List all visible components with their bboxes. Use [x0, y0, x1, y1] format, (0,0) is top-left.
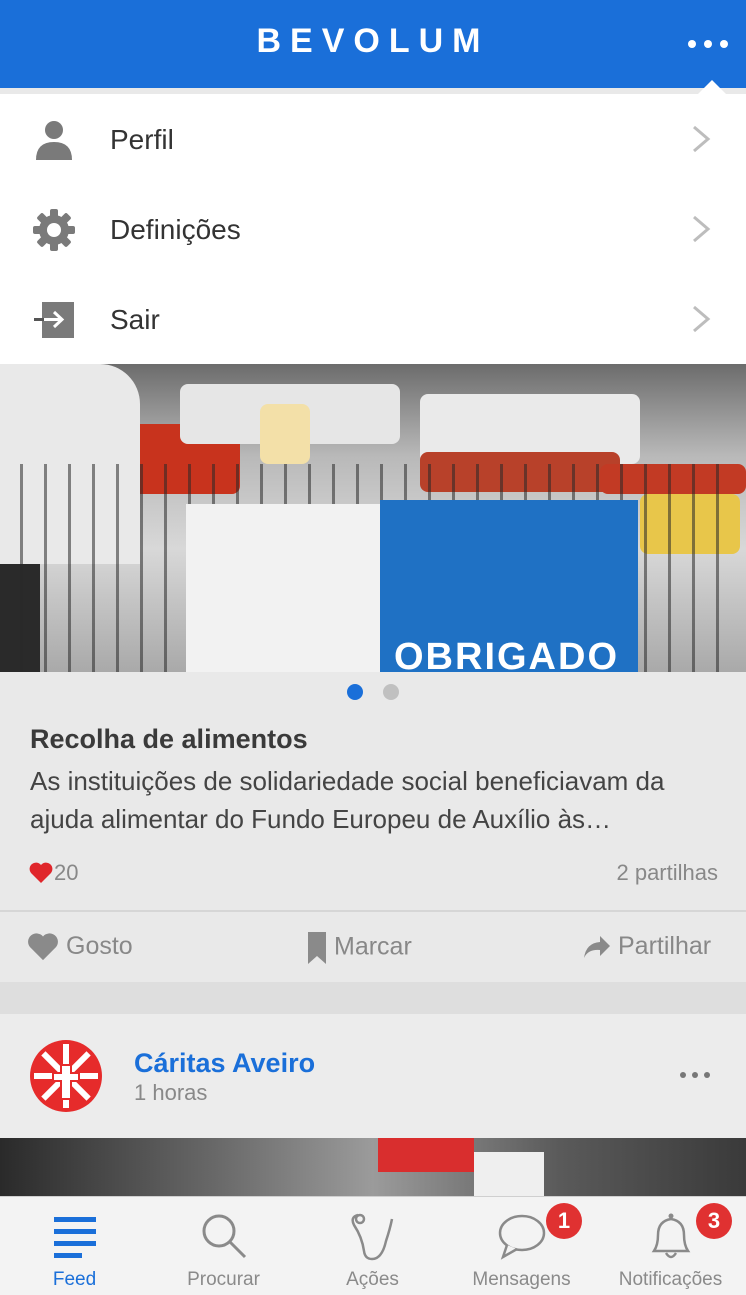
post-time: 1 horas [134, 1080, 208, 1105]
app-title: BEVOLUM [256, 22, 490, 60]
menu-item-logout[interactable]: Sair [0, 274, 746, 364]
tab-feed[interactable]: Feed [0, 1197, 149, 1295]
divider [0, 910, 746, 912]
feed-separator [0, 982, 746, 1014]
bag-text: OBRIGADO [394, 636, 619, 672]
tab-bar: Feed Procurar Ações Mensagens 1 Notifica… [0, 1196, 746, 1295]
bell-icon [651, 1213, 690, 1259]
bookmark-button-label: Marcar [334, 932, 412, 961]
app-header: BEVOLUM [0, 0, 746, 88]
actions-icon [350, 1213, 393, 1261]
tab-notifications[interactable]: Notificações 3 [596, 1197, 745, 1295]
share-button-label: Partilhar [618, 932, 712, 960]
heart-icon [29, 862, 53, 883]
post-card: Cáritas Aveiro 1 horas [0, 1014, 746, 1138]
carousel-dot-active[interactable] [347, 684, 363, 700]
notification-badge: 1 [546, 1203, 582, 1239]
like-count-value: 20 [54, 860, 79, 885]
like-count: 20 [28, 860, 78, 886]
share-arrow-icon [584, 936, 610, 959]
image-sign [474, 1152, 544, 1196]
post-title[interactable]: Recolha de alimentos [30, 724, 308, 755]
menu-item-label: Perfil [110, 124, 174, 155]
menu-item-label: Definições [110, 214, 241, 245]
tab-label: Notificações [618, 1269, 723, 1290]
post-excerpt[interactable]: As instituições de solidariedade social … [30, 762, 720, 838]
post-image[interactable] [0, 1138, 746, 1196]
tab-actions[interactable]: Ações [298, 1197, 447, 1295]
caritas-logo[interactable] [30, 1040, 102, 1112]
user-icon [36, 121, 72, 160]
food-item [260, 404, 310, 464]
bag-white [186, 504, 380, 672]
heart-icon [28, 933, 58, 961]
tab-messages[interactable]: Mensagens 1 [447, 1197, 596, 1295]
post-author[interactable]: Cáritas Aveiro [134, 1048, 315, 1079]
feed-icon [53, 1217, 96, 1258]
menu-arrow [698, 80, 726, 94]
notification-badge: 3 [696, 1203, 732, 1239]
tab-search[interactable]: Procurar [149, 1197, 298, 1295]
tab-label: Feed [52, 1269, 97, 1290]
carousel-indicator [0, 684, 746, 700]
image-sign [378, 1138, 474, 1172]
share-button[interactable]: Partilhar [582, 932, 711, 968]
menu-item-label: Sair [110, 304, 160, 335]
menu-item-settings[interactable]: Definições [0, 184, 746, 274]
gear-icon [33, 209, 75, 251]
like-button[interactable]: Gosto [26, 932, 133, 968]
chevron-right-icon [693, 305, 711, 333]
like-button-label: Gosto [66, 932, 133, 960]
more-horizontal-icon [680, 1072, 686, 1078]
carousel-dot[interactable] [383, 684, 399, 700]
tab-label: Mensagens [472, 1269, 571, 1290]
bookmark-icon [308, 932, 326, 964]
menu-item-profile[interactable]: Perfil [0, 94, 746, 184]
post-options-button[interactable] [680, 1072, 714, 1082]
chevron-right-icon [693, 125, 711, 153]
logout-icon [34, 302, 74, 338]
more-horizontal-icon [688, 40, 696, 48]
post-image[interactable]: OBRIGADO [0, 364, 746, 672]
tab-label: Procurar [187, 1269, 260, 1290]
chevron-right-icon [693, 215, 711, 243]
caritas-cross-icon [34, 1044, 98, 1108]
more-menu-button[interactable] [684, 24, 732, 64]
dropdown-menu: Perfil Definições Sair [0, 80, 746, 364]
bookmark-button[interactable]: Marcar [306, 932, 412, 968]
search-icon [202, 1214, 246, 1259]
tab-label: Ações [346, 1269, 399, 1290]
share-count: 2 partilhas [616, 860, 718, 885]
chat-icon [498, 1214, 545, 1260]
